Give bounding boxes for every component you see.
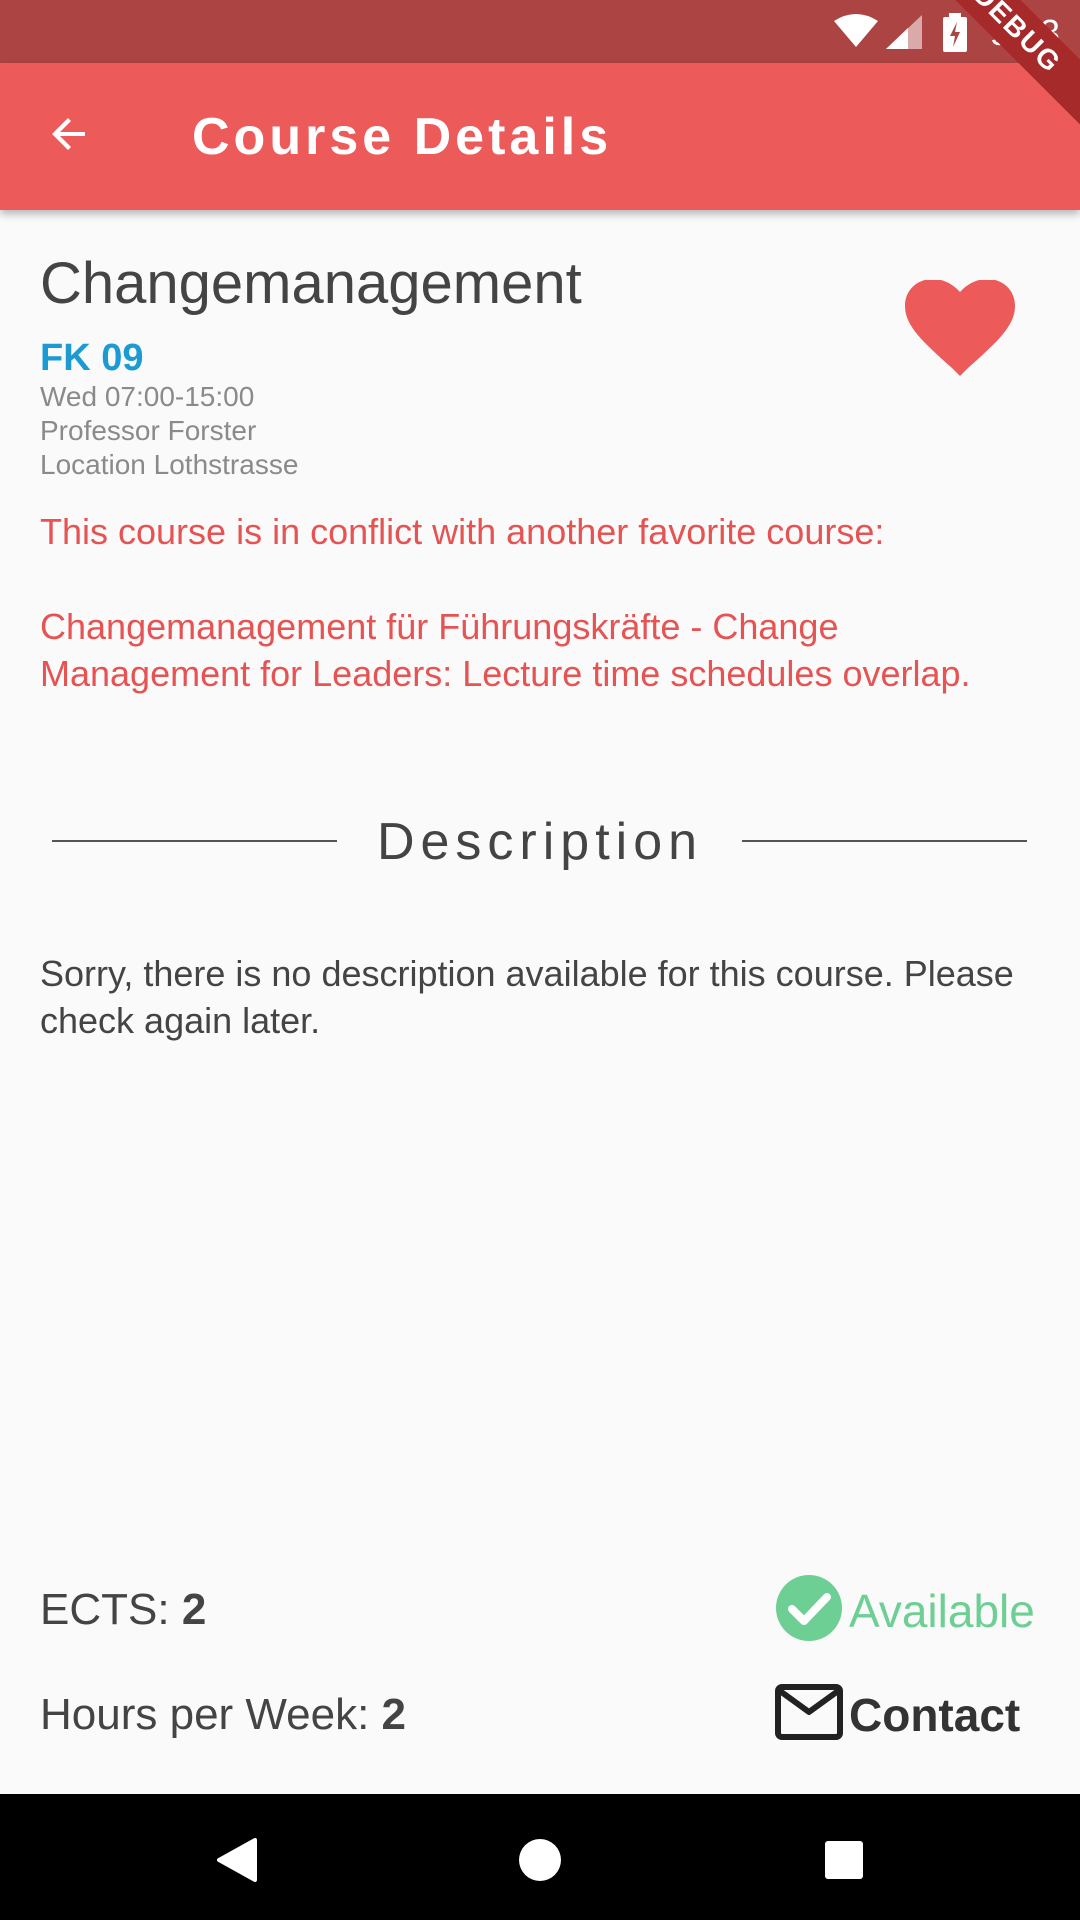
app-bar: Course Details <box>0 63 1080 210</box>
ects-value: 2 <box>181 1585 207 1634</box>
description-text: Sorry, there is no description available… <box>40 953 1014 1041</box>
ects-label: ECTS: <box>40 1585 170 1634</box>
faculty-label: FK 09 <box>40 337 144 379</box>
ects-info: ECTS: 2 <box>40 1585 206 1635</box>
availability-label: Available <box>849 1584 1035 1637</box>
hours-value: 2 <box>381 1690 407 1739</box>
cell-signal-icon <box>884 13 924 56</box>
contact-button[interactable]: Contact <box>775 1684 1020 1745</box>
debug-label: DEBUG <box>920 0 1080 127</box>
nav-recents-button[interactable] <box>814 1832 874 1892</box>
nav-recents-icon <box>823 1839 865 1886</box>
back-button[interactable] <box>34 101 104 171</box>
status-bar: 9:53 <box>0 0 1080 63</box>
heart-icon <box>905 279 1015 384</box>
favorite-button[interactable] <box>905 279 1015 380</box>
nav-back-icon <box>215 1836 259 1889</box>
course-title: Changemanagement <box>40 251 582 316</box>
professor-text: Professor Forster <box>40 415 257 446</box>
location-text: Location Lothstrasse <box>40 449 299 480</box>
mail-icon <box>775 1684 843 1745</box>
nav-back-button[interactable] <box>207 1832 267 1892</box>
contact-label: Contact <box>849 1688 1021 1741</box>
conflict-message: This course is in conflict with another … <box>40 511 885 552</box>
hours-info: Hours per Week: 2 <box>40 1690 406 1740</box>
debug-banner: DEBUG <box>920 0 1080 160</box>
conflict-detail: Changemanagement für Führungskräfte - Ch… <box>40 606 971 694</box>
availability-status: Available <box>775 1574 1035 1647</box>
wifi-icon <box>832 13 880 54</box>
schedule-text: Wed 07:00-15:00 <box>40 381 255 412</box>
divider-right <box>742 840 1027 842</box>
nav-home-icon <box>517 1837 563 1888</box>
hours-label: Hours per Week: <box>40 1690 370 1739</box>
navigation-bar <box>0 1794 1080 1920</box>
nav-home-button[interactable] <box>510 1832 570 1892</box>
description-heading: Description <box>376 813 704 871</box>
arrow-left-icon <box>45 110 93 163</box>
check-circle-icon <box>775 1574 843 1647</box>
page-title: Course Details <box>192 108 613 166</box>
